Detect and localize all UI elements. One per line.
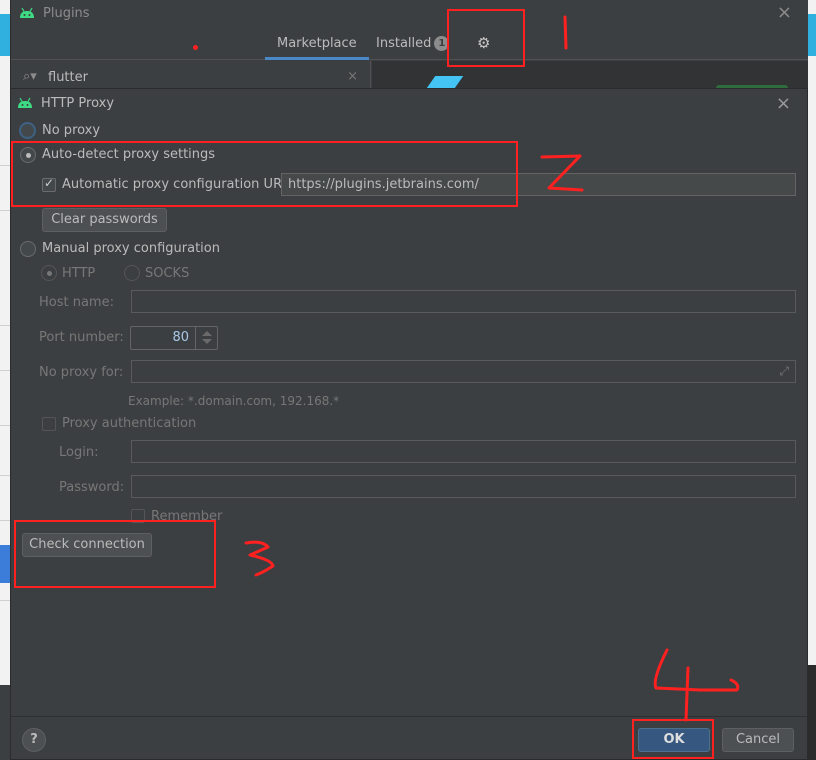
login-input[interactable] bbox=[131, 440, 796, 463]
port-number-value[interactable]: 80 bbox=[172, 330, 189, 345]
proxy-auth-label[interactable]: Proxy authentication bbox=[62, 416, 196, 431]
port-number-label: Port number: bbox=[39, 330, 124, 345]
http-proxy-dialog: HTTP Proxy × No proxy Auto-detect proxy … bbox=[10, 88, 808, 760]
password-input[interactable] bbox=[131, 475, 796, 498]
annotation-dot bbox=[193, 45, 198, 50]
increment-icon[interactable] bbox=[202, 331, 212, 336]
ok-button[interactable]: OK bbox=[638, 728, 710, 752]
background-selected-item bbox=[0, 545, 10, 583]
host-name-input[interactable] bbox=[131, 290, 796, 313]
manual-proxy-radio[interactable] bbox=[20, 241, 36, 257]
proxy-titlebar: HTTP Proxy bbox=[11, 89, 807, 117]
no-proxy-label[interactable]: No proxy bbox=[42, 123, 100, 138]
decrement-icon[interactable] bbox=[202, 339, 212, 344]
android-icon bbox=[20, 7, 34, 18]
auto-config-url-label[interactable]: Automatic proxy configuration URL: bbox=[62, 177, 294, 192]
plugins-tabs: Marketplace Installed 1 bbox=[11, 28, 808, 60]
no-proxy-example: Example: *.domain.com, 192.168.* bbox=[128, 394, 340, 408]
installed-count-badge: 1 bbox=[434, 36, 450, 51]
password-label: Password: bbox=[59, 480, 125, 495]
background-ide-right bbox=[808, 0, 816, 760]
auto-detect-radio[interactable] bbox=[20, 147, 36, 163]
auto-detect-label[interactable]: Auto-detect proxy settings bbox=[42, 147, 215, 162]
dialog-title: HTTP Proxy bbox=[41, 95, 115, 111]
socks-label[interactable]: SOCKS bbox=[145, 266, 189, 281]
android-icon bbox=[18, 97, 32, 108]
no-proxy-radio[interactable] bbox=[19, 122, 36, 139]
help-button[interactable]: ? bbox=[22, 728, 46, 752]
plugins-close-icon[interactable]: × bbox=[777, 2, 792, 23]
plugins-title: Plugins bbox=[43, 5, 90, 21]
tab-marketplace[interactable]: Marketplace bbox=[265, 34, 369, 60]
port-number-spinner[interactable]: 80 bbox=[130, 326, 218, 350]
host-name-label: Host name: bbox=[39, 295, 114, 310]
clear-passwords-button[interactable]: Clear passwords bbox=[42, 208, 167, 232]
socks-radio[interactable] bbox=[124, 265, 140, 281]
no-proxy-for-input[interactable]: ⤢ bbox=[131, 360, 796, 383]
auto-config-url-checkbox[interactable] bbox=[42, 176, 56, 192]
proxy-auth-checkbox[interactable] bbox=[42, 417, 56, 431]
footer-divider bbox=[11, 716, 807, 717]
plugin-detail-pane bbox=[372, 61, 808, 95]
background-banner bbox=[0, 14, 10, 56]
remember-checkbox[interactable] bbox=[131, 509, 145, 523]
remember-label[interactable]: Remember bbox=[151, 509, 222, 524]
check-connection-button[interactable]: Check connection bbox=[22, 533, 152, 557]
background-ide-left bbox=[0, 0, 10, 760]
expand-icon[interactable]: ⤢ bbox=[779, 364, 789, 379]
cancel-button[interactable]: Cancel bbox=[722, 728, 794, 752]
port-stepper[interactable] bbox=[195, 327, 217, 349]
http-label[interactable]: HTTP bbox=[62, 266, 95, 281]
http-radio[interactable] bbox=[41, 265, 57, 281]
manual-proxy-label[interactable]: Manual proxy configuration bbox=[42, 241, 220, 256]
no-proxy-for-label: No proxy for: bbox=[39, 365, 124, 380]
tab-installed[interactable]: Installed 1 bbox=[376, 34, 450, 60]
clear-search-icon[interactable]: × bbox=[347, 69, 358, 84]
search-icon: ⌕▾ bbox=[23, 69, 37, 84]
login-label: Login: bbox=[59, 445, 99, 460]
plugin-search-input[interactable]: ⌕▾ flutter × bbox=[11, 61, 371, 91]
screen: Plugins × Marketplace Installed 1 ⚙ ⌕▾ fl… bbox=[0, 0, 816, 760]
dialog-close-icon[interactable]: × bbox=[776, 93, 791, 114]
gear-icon[interactable]: ⚙ bbox=[477, 34, 490, 52]
plugins-titlebar: Plugins bbox=[11, 0, 808, 26]
auto-config-url-input[interactable] bbox=[281, 173, 796, 196]
